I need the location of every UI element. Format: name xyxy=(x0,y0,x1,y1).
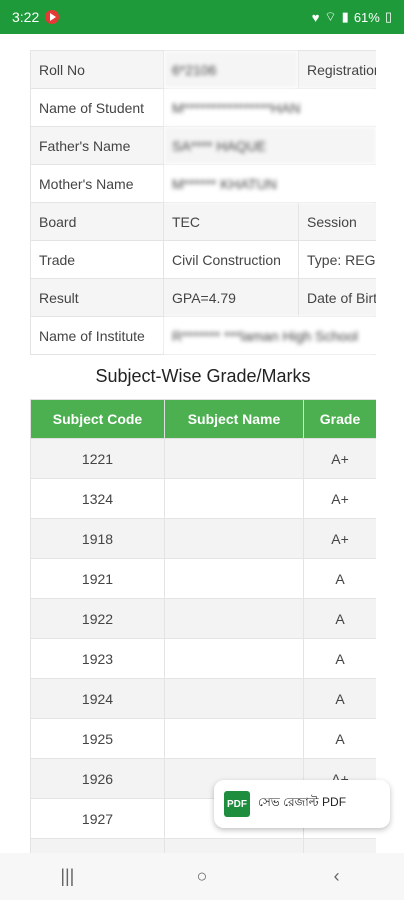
grade-cell: A xyxy=(303,718,376,759)
info-row: Board TEC Session xyxy=(30,202,376,241)
subject-code-cell: 1923 xyxy=(30,638,165,679)
subject-code-cell: 1927 xyxy=(30,798,165,839)
signal-icon: ▮ xyxy=(341,9,349,24)
subject-name-cell xyxy=(164,518,304,559)
info-extra: Session xyxy=(298,202,376,241)
recents-button[interactable]: ||| xyxy=(47,862,87,892)
col-header-grade: Grade xyxy=(303,399,376,439)
save-pdf-label: সেভ রেজাল্ট PDF xyxy=(258,795,347,809)
subject-name-cell xyxy=(164,838,304,853)
grade-cell: A+ xyxy=(303,438,376,479)
subject-code-cell: 1926 xyxy=(30,758,165,799)
info-label: Name of Institute xyxy=(30,316,164,355)
status-time: 3:22 xyxy=(12,9,40,25)
info-value: TEC xyxy=(163,202,299,241)
col-header-subject-code: Subject Code xyxy=(30,399,165,439)
subject-name-cell xyxy=(164,478,304,519)
subject-code-cell: 1928 xyxy=(30,838,165,853)
subject-code-cell: 1921 xyxy=(30,558,165,599)
info-row: ResultGPA=4.79Date of Birth xyxy=(30,278,376,317)
table-row: 1324 A+ xyxy=(30,478,376,519)
subject-name-cell xyxy=(164,678,304,719)
subject-code-cell: 1221 xyxy=(30,438,165,479)
subject-code-cell: 1918 xyxy=(30,518,165,559)
save-result-pdf-button[interactable]: PDF সেভ রেজাল্ট PDF xyxy=(214,780,390,828)
grade-cell: A xyxy=(303,638,376,679)
subject-name-cell xyxy=(164,438,304,479)
grade-cell: A xyxy=(303,838,376,853)
battery-level: 61% xyxy=(353,9,380,25)
info-value: GPA=4.79 xyxy=(163,278,299,317)
subject-name-cell xyxy=(164,558,304,599)
grade-cell: A xyxy=(303,678,376,719)
info-extra: Type: REG xyxy=(298,240,376,279)
table-row: 1925 A xyxy=(30,718,376,759)
status-bar: 3:22 ♥ ⌔ ▮ 61% ▯ xyxy=(0,0,404,34)
info-value: 6*2106 xyxy=(163,50,299,89)
table-row: 1922 A xyxy=(30,598,376,639)
home-button[interactable]: ○ xyxy=(182,862,222,892)
info-row: Roll No 6*2106 Registration xyxy=(30,50,376,89)
grade-cell: A+ xyxy=(303,518,376,559)
back-icon: ‹ xyxy=(333,866,340,886)
grade-cell: A+ xyxy=(303,478,376,519)
info-row: Trade Civil Construction Type: REG xyxy=(30,240,376,279)
recents-icon: ||| xyxy=(60,866,75,886)
subject-code-cell: 1924 xyxy=(30,678,165,719)
subject-name-cell xyxy=(164,718,304,759)
table-row: 1928 A xyxy=(30,838,376,853)
table-row: 1221 A+ xyxy=(30,438,376,479)
info-label: Result xyxy=(30,278,164,317)
section-title: Subject-Wise Grade/Marks xyxy=(95,366,311,386)
info-extra: Registration xyxy=(298,50,376,89)
info-label: Father's Name xyxy=(30,126,164,165)
table-row: 1924 A xyxy=(30,678,376,719)
info-row: Name of Student M****************HAN xyxy=(30,88,376,127)
subject-code-cell: 1324 xyxy=(30,478,165,519)
grade-cell: A xyxy=(303,598,376,639)
subject-name-cell xyxy=(164,638,304,679)
info-label: Trade xyxy=(30,240,164,279)
info-label: Roll No xyxy=(30,50,164,89)
battery-icon: ▯ xyxy=(384,9,392,24)
pdf-icon: PDF xyxy=(224,791,250,817)
grade-cell: A xyxy=(303,558,376,599)
info-value: M****************HAN xyxy=(163,88,376,127)
result-content: Roll No 6*2106 Registration Name of Student… xyxy=(30,50,376,853)
table-row: 1921 A xyxy=(30,558,376,599)
home-icon: ○ xyxy=(196,866,208,886)
info-row: Father's Name SA**** HAQUE xyxy=(30,126,376,165)
info-label: Board xyxy=(30,202,164,241)
youtube-notification-icon xyxy=(45,10,60,24)
table-row: 1923 A xyxy=(30,638,376,679)
info-row: Mother's Name M****** KHATUN xyxy=(30,164,376,203)
info-label: Name of Student xyxy=(30,88,164,127)
table-row: 1918 A+ xyxy=(30,518,376,559)
info-value: R******* ***laman High School xyxy=(163,316,376,355)
subject-code-cell: 1922 xyxy=(30,598,165,639)
info-row: Name of Institute R******* ***laman High … xyxy=(30,316,376,355)
info-value: M****** KHATUN xyxy=(163,164,376,203)
info-value: Civil Construction xyxy=(163,240,299,279)
heart-icon: ♥ xyxy=(311,9,320,25)
info-extra: Date of Birth xyxy=(298,278,376,317)
subject-code-cell: 1925 xyxy=(30,718,165,759)
subject-name-cell xyxy=(164,598,304,639)
back-button[interactable]: ‹ xyxy=(317,862,357,892)
info-label: Mother's Name xyxy=(30,164,164,203)
info-value: SA**** HAQUE xyxy=(163,126,376,165)
wifi-icon: ⌔ xyxy=(324,9,337,24)
system-nav-bar: ||| ○ ‹ xyxy=(0,853,404,900)
col-header-subject-name: Subject Name xyxy=(164,399,304,439)
student-info-table: Roll No 6*2106 Registration Name of Student… xyxy=(30,50,376,355)
